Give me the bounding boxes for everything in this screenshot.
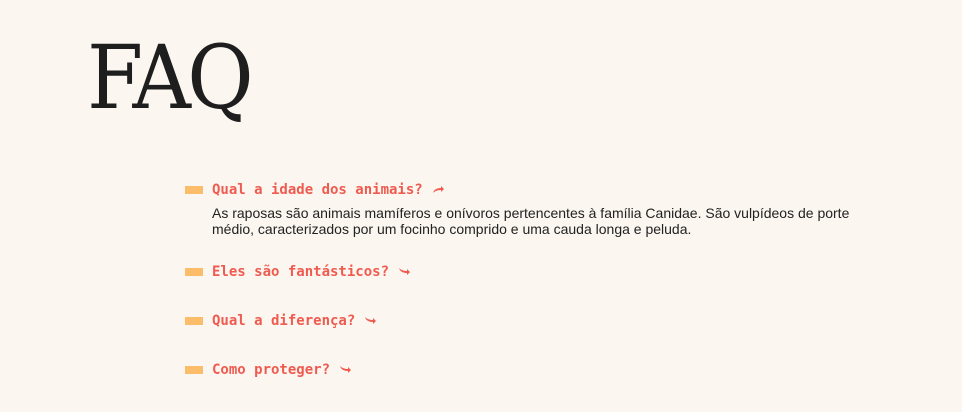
faq-list: Qual a idade dos animais? As raposas são…	[185, 179, 885, 408]
faq-question-toggle[interactable]: Como proteger?	[185, 359, 885, 381]
faq-question-text: Como proteger?	[212, 362, 331, 378]
faq-item: Eles são fantásticos?	[185, 261, 885, 283]
bullet-marker	[185, 186, 203, 194]
faq-question-text: Qual a idade dos animais?	[212, 182, 423, 198]
bullet-marker	[185, 268, 203, 276]
faq-answer-text: As raposas são animais mamíferos e onívo…	[212, 205, 850, 237]
faq-item: Qual a idade dos animais? As raposas são…	[185, 179, 885, 237]
faq-question-toggle[interactable]: Eles são fantásticos?	[185, 261, 885, 283]
bullet-marker	[185, 317, 203, 325]
arrow-down-curved-icon[interactable]	[398, 266, 411, 278]
page-title: FAQ	[87, 26, 254, 129]
bullet-marker	[185, 366, 203, 374]
faq-page: FAQ Qual a idade dos animais? As raposas…	[0, 0, 962, 412]
faq-question-toggle[interactable]: Qual a idade dos animais?	[185, 179, 885, 201]
faq-question-text: Qual a diferença?	[212, 313, 356, 329]
arrow-down-curved-icon[interactable]	[339, 364, 352, 376]
faq-item: Qual a diferença?	[185, 310, 885, 332]
faq-item: Como proteger?	[185, 359, 885, 381]
faq-question-toggle[interactable]: Qual a diferença?	[185, 310, 885, 332]
faq-question-text: Eles são fantásticos?	[212, 264, 390, 280]
arrow-down-curved-icon[interactable]	[364, 315, 377, 327]
arrow-up-curved-icon[interactable]	[432, 184, 445, 196]
